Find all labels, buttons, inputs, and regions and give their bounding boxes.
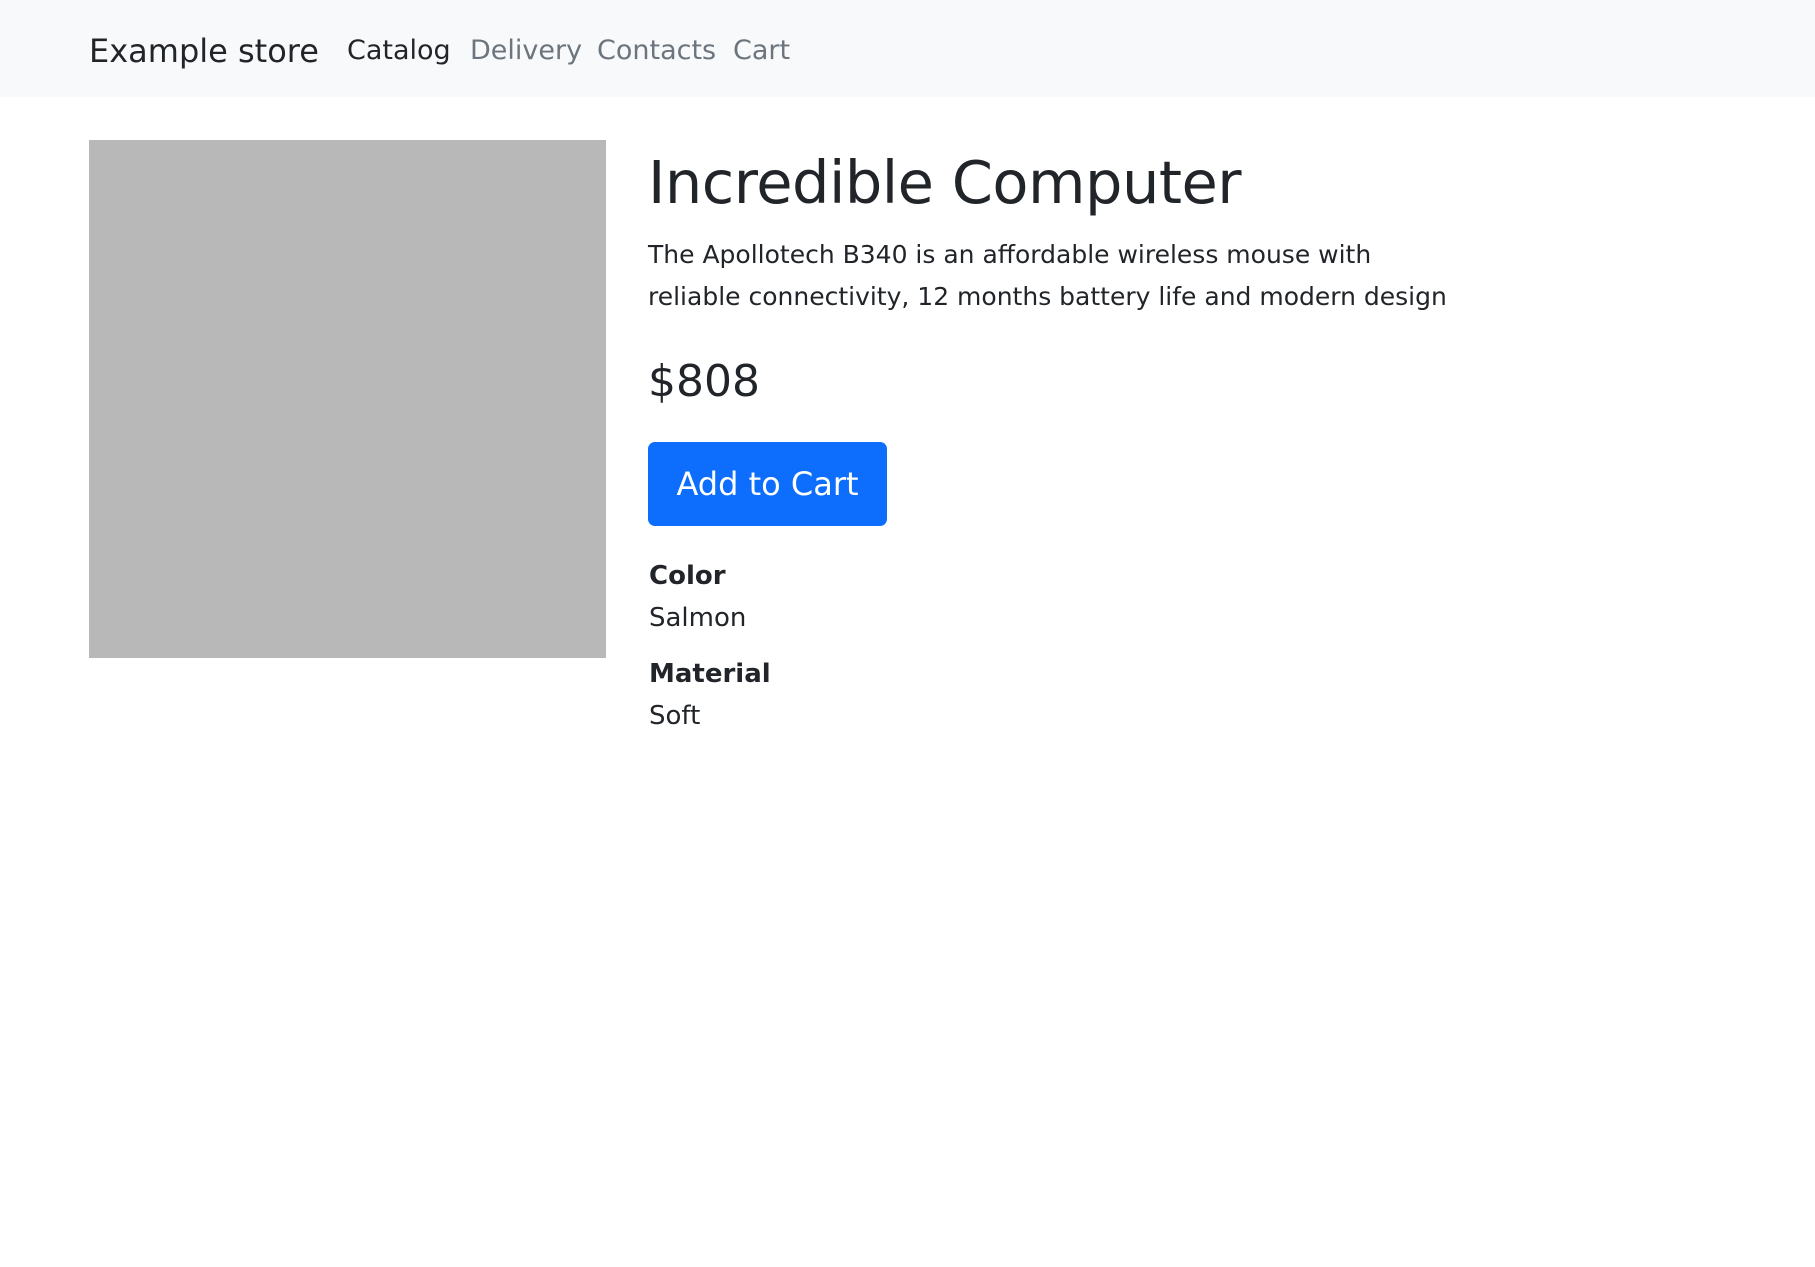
product-description: The Apollotech B340 is an affordable wir… (648, 240, 1447, 311)
navbar: Example store Catalog Delivery Contacts … (0, 0, 1815, 97)
attribute-material-label: Material (649, 659, 771, 689)
product-price: $808 (648, 356, 760, 407)
attribute-color-value: Salmon (649, 603, 747, 633)
brand-link[interactable]: Example store (89, 28, 319, 74)
nav-item-cart[interactable]: Cart (733, 31, 790, 71)
add-to-cart-button[interactable]: Add to Cart (648, 442, 887, 526)
product-title: Incredible Computer (648, 148, 1242, 217)
nav-item-catalog[interactable]: Catalog (347, 31, 451, 71)
product-image-placeholder (89, 140, 606, 658)
nav-item-delivery[interactable]: Delivery (470, 31, 582, 71)
attribute-material-value: Soft (649, 701, 701, 731)
nav-item-contacts[interactable]: Contacts (597, 31, 716, 71)
attribute-color-label: Color (649, 561, 726, 591)
